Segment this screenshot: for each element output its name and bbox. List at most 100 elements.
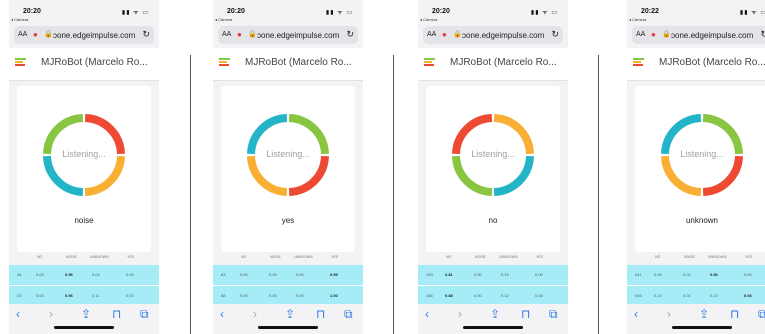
- reload-icon[interactable]: ↻: [760, 29, 765, 40]
- tabs-icon[interactable]: ⧉: [140, 307, 149, 322]
- forward-arrow-icon[interactable]: ›: [253, 307, 257, 321]
- project-title[interactable]: MJRoBot (Marcelo Ro...: [659, 57, 765, 68]
- column-header: NO: [241, 255, 247, 259]
- score-cell: 0.00: [744, 272, 752, 277]
- row-id: 041: [635, 272, 642, 277]
- url-text[interactable]: ɔone.edgeimpulse.com: [671, 31, 753, 40]
- reload-icon[interactable]: ↻: [346, 29, 354, 40]
- app-header: MJRoBot (Marcelo Ro...: [213, 48, 363, 81]
- status-bar: 20:20 ◂ Câmera ▮▮ ᯤ ▭: [9, 0, 159, 22]
- ring-segment: [702, 155, 743, 196]
- score-cell: 0.00: [535, 293, 543, 298]
- results-table: NO NOISE UNKNOWN YES 83 0.00 0.00 0.00 0.99 88 0.…: [213, 252, 363, 306]
- ring-segment: [452, 155, 493, 196]
- app-header: MJRoBot (Marcelo Ro...: [627, 48, 765, 81]
- score-cell: 0.00: [535, 272, 543, 277]
- score-cell: 0.53: [744, 293, 752, 298]
- score-cell: 0.00: [36, 272, 44, 277]
- column-header: YES: [127, 255, 135, 259]
- address-bar[interactable]: AA ● 🔒 ɔone.edgeimpulse.com ↻: [14, 26, 154, 44]
- row-id: 153: [426, 272, 433, 277]
- bookmarks-icon[interactable]: ⊓: [316, 307, 325, 321]
- address-bar[interactable]: AA ● 🔒 ɔone.edgeimpulse.com ↻: [218, 26, 358, 44]
- column-header: YES: [536, 255, 544, 259]
- url-text[interactable]: ɔone.edgeimpulse.com: [257, 31, 339, 40]
- phone-screen: 20:20 ◂ Câmera ▮▮ ᯤ ▭ AA ● 🔒 ɔone.edgeim…: [418, 0, 568, 334]
- score-cell: 0.02: [92, 272, 100, 277]
- project-title[interactable]: MJRoBot (Marcelo Ro...: [450, 57, 557, 68]
- share-icon[interactable]: ⇪: [490, 307, 500, 321]
- score-cell: 0.00: [36, 293, 44, 298]
- address-bar[interactable]: AA ● 🔒 ɔone.edgeimpulse.com ↻: [632, 26, 765, 44]
- score-cell: 0.00: [126, 272, 134, 277]
- row-id: 156: [426, 293, 433, 298]
- browser-toolbar: ‹ › ⇪ ⊓ ⧉: [627, 304, 765, 334]
- score-cell: 0.01: [683, 272, 691, 277]
- lock-icon: 🔒: [248, 31, 257, 38]
- status-bar: 20:22 ◂ Câmera ▮▮ ᯤ ▭: [627, 0, 765, 22]
- back-arrow-icon[interactable]: ‹: [220, 307, 224, 321]
- lock-icon: 🔒: [662, 31, 671, 38]
- row-id: 53: [17, 293, 22, 298]
- score-cell: 0.22: [710, 293, 718, 298]
- signal-wifi-battery-icons: ▮▮ ᯤ ▭: [530, 10, 558, 16]
- home-indicator: [463, 326, 523, 329]
- share-icon[interactable]: ⇪: [699, 307, 709, 321]
- bookmarks-icon[interactable]: ⊓: [521, 307, 530, 321]
- divider-line: [393, 55, 394, 334]
- score-cell: 0.00: [296, 272, 304, 277]
- back-arrow-icon[interactable]: ‹: [634, 307, 638, 321]
- bookmarks-icon[interactable]: ⊓: [112, 307, 121, 321]
- column-header: UNKNOWN: [90, 255, 109, 259]
- bookmarks-icon[interactable]: ⊓: [730, 307, 739, 321]
- url-text[interactable]: ɔone.edgeimpulse.com: [53, 31, 135, 40]
- reader-options-button[interactable]: AA: [222, 31, 231, 38]
- reload-icon[interactable]: ↻: [142, 29, 150, 40]
- column-header: YES: [331, 255, 339, 259]
- forward-arrow-icon[interactable]: ›: [49, 307, 53, 321]
- home-indicator: [54, 326, 114, 329]
- column-header: UNKNOWN: [499, 255, 518, 259]
- back-arrow-icon[interactable]: ‹: [16, 307, 20, 321]
- share-icon[interactable]: ⇪: [81, 307, 91, 321]
- score-cell: 0.81: [445, 272, 453, 277]
- divider-line: [190, 55, 191, 334]
- results-table: NO NOISE UNKNOWN YES 54 0.00 0.96 0.02 0.00 53 0.…: [9, 252, 159, 306]
- results-table: NO NOISE UNKNOWN YES 041 0.09 0.01 0.90 0.00 046…: [627, 252, 765, 306]
- column-header: NO: [446, 255, 452, 259]
- app-header: MJRoBot (Marcelo Ro...: [9, 48, 159, 81]
- forward-arrow-icon[interactable]: ›: [458, 307, 462, 321]
- edge-impulse-logo-icon[interactable]: [633, 58, 644, 68]
- browser-toolbar: ‹ › ⇪ ⊓ ⧉: [418, 304, 568, 334]
- classification-card: Listening... yes: [221, 86, 355, 252]
- phone-screen: 20:20 ◂ Câmera ▮▮ ᯤ ▭ AA ● 🔒 ɔone.edgeim…: [9, 0, 159, 334]
- back-to-app-label[interactable]: ◂ Câmera: [629, 17, 646, 22]
- reader-options-button[interactable]: AA: [427, 31, 436, 38]
- score-cell: 0.99: [330, 272, 338, 277]
- edge-impulse-logo-icon[interactable]: [15, 58, 26, 68]
- share-icon[interactable]: ⇪: [285, 307, 295, 321]
- reader-options-button[interactable]: AA: [636, 31, 645, 38]
- address-bar[interactable]: AA ● 🔒 ɔone.edgeimpulse.com ↻: [423, 26, 563, 44]
- ring-segment: [493, 155, 534, 196]
- back-to-app-label[interactable]: ◂ Câmera: [11, 17, 28, 22]
- tabs-icon[interactable]: ⧉: [758, 307, 765, 322]
- edge-impulse-logo-icon[interactable]: [424, 58, 435, 68]
- tabs-icon[interactable]: ⧉: [344, 307, 353, 322]
- tabs-icon[interactable]: ⧉: [549, 307, 558, 322]
- forward-arrow-icon[interactable]: ›: [667, 307, 671, 321]
- browser-toolbar: ‹ › ⇪ ⊓ ⧉: [213, 304, 363, 334]
- reload-icon[interactable]: ↻: [551, 29, 559, 40]
- table-header: NO NOISE UNKNOWN YES: [213, 252, 363, 265]
- project-title[interactable]: MJRoBot (Marcelo Ro...: [41, 57, 148, 68]
- divider-line: [598, 55, 599, 334]
- clock: 20:22: [641, 8, 659, 15]
- edge-impulse-logo-icon[interactable]: [219, 58, 230, 68]
- back-to-app-label[interactable]: ◂ Câmera: [420, 17, 437, 22]
- back-to-app-label[interactable]: ◂ Câmera: [215, 17, 232, 22]
- reader-options-button[interactable]: AA: [18, 31, 27, 38]
- back-arrow-icon[interactable]: ‹: [425, 307, 429, 321]
- score-cell: 0.00: [240, 293, 248, 298]
- project-title[interactable]: MJRoBot (Marcelo Ro...: [245, 57, 352, 68]
- url-text[interactable]: ɔone.edgeimpulse.com: [462, 31, 544, 40]
